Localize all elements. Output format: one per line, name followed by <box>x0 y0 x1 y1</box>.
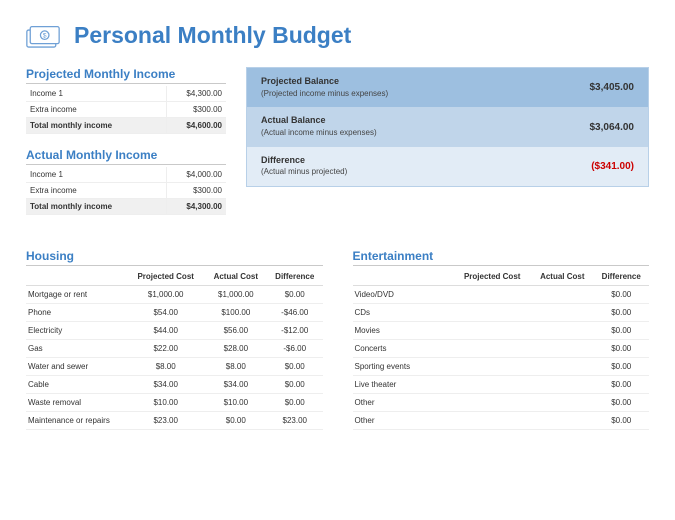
table-row: Cable$34.00$34.00$0.00 <box>26 376 323 394</box>
table-row: Income 1$4,300.00 <box>26 86 226 102</box>
projected-income-title: Projected Monthly Income <box>26 67 226 84</box>
table-row: Waste removal$10.00$10.00$0.00 <box>26 394 323 412</box>
money-icon: $ <box>26 23 60 49</box>
difference-row: Difference(Actual minus projected) ($341… <box>247 147 648 186</box>
table-row: CDs$0.00 <box>353 304 650 322</box>
entertainment-table: Projected Cost Actual Cost Difference Vi… <box>353 268 650 430</box>
table-row: Gas$22.00$28.00-$6.00 <box>26 340 323 358</box>
table-row: Maintenance or repairs$23.00$0.00$23.00 <box>26 412 323 430</box>
page-title: Personal Monthly Budget <box>74 22 351 49</box>
table-row: Concerts$0.00 <box>353 340 650 358</box>
table-row: Other$0.00 <box>353 412 650 430</box>
svg-text:$: $ <box>43 32 47 39</box>
table-row: Total monthly income$4,300.00 <box>26 199 226 215</box>
table-row: Extra income$300.00 <box>26 183 226 199</box>
table-row: Income 1$4,000.00 <box>26 167 226 183</box>
table-row: Extra income$300.00 <box>26 102 226 118</box>
table-row: Water and sewer$8.00$8.00$0.00 <box>26 358 323 376</box>
table-row: Live theater$0.00 <box>353 376 650 394</box>
actual-income-title: Actual Monthly Income <box>26 148 226 165</box>
table-header-row: Projected Cost Actual Cost Difference <box>353 268 650 286</box>
document-header: $ Personal Monthly Budget <box>26 22 649 49</box>
table-row: Mortgage or rent$1,000.00$1,000.00$0.00 <box>26 286 323 304</box>
entertainment-title: Entertainment <box>353 249 650 266</box>
projected-balance-row: Projected Balance(Projected income minus… <box>247 68 648 107</box>
projected-income-table: Income 1$4,300.00 Extra income$300.00 To… <box>26 86 226 134</box>
housing-table: Projected Cost Actual Cost Difference Mo… <box>26 268 323 430</box>
table-row: Electricity$44.00$56.00-$12.00 <box>26 322 323 340</box>
table-row: Sporting events$0.00 <box>353 358 650 376</box>
table-header-row: Projected Cost Actual Cost Difference <box>26 268 323 286</box>
housing-title: Housing <box>26 249 323 266</box>
table-row: Phone$54.00$100.00-$46.00 <box>26 304 323 322</box>
table-row: Total monthly income$4,600.00 <box>26 118 226 134</box>
actual-income-table: Income 1$4,000.00 Extra income$300.00 To… <box>26 167 226 215</box>
table-row: Movies$0.00 <box>353 322 650 340</box>
actual-balance-row: Actual Balance(Actual income minus expen… <box>247 107 648 146</box>
balance-summary: Projected Balance(Projected income minus… <box>246 67 649 187</box>
table-row: Other$0.00 <box>353 394 650 412</box>
table-row: Video/DVD$0.00 <box>353 286 650 304</box>
